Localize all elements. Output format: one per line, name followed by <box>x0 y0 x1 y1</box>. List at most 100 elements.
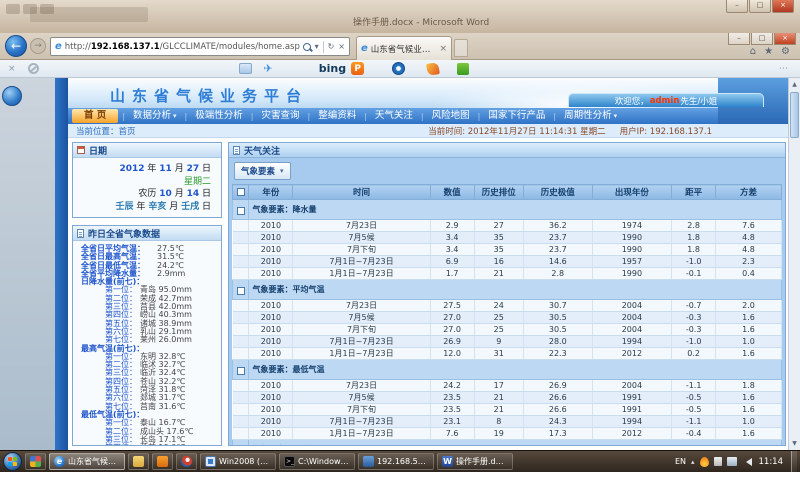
toolbar-close-icon[interactable]: × <box>8 64 16 74</box>
close-button[interactable]: × <box>772 0 794 13</box>
nav-item-4[interactable]: 整编资料 <box>310 108 364 124</box>
search-icon[interactable] <box>303 43 311 51</box>
cell: 1.0 <box>716 336 782 348</box>
nav-item-7[interactable]: 国家下行产品 <box>480 108 553 124</box>
cell: 4.8 <box>716 244 782 256</box>
home-icon[interactable]: ⌂ <box>750 46 756 58</box>
column-header-5: 出现年份 <box>592 185 672 200</box>
breadcrumb-location[interactable]: 当前位置：首页 <box>68 125 136 137</box>
cell: 1957 <box>592 256 672 268</box>
maximize-button[interactable]: □ <box>751 33 773 45</box>
close-button[interactable]: × <box>774 33 796 45</box>
taskbar-button-1[interactable]: 山东省气候业... <box>49 453 125 470</box>
select-all-cell <box>233 185 249 200</box>
section-expand-box[interactable] <box>237 207 245 215</box>
cell: 2010 <box>249 416 293 428</box>
start-button[interactable] <box>3 452 22 471</box>
section-title: 气象要素：最高气温 <box>249 440 782 446</box>
section-expand-box[interactable] <box>237 287 245 295</box>
nav-item-3[interactable]: 灾害查询 <box>253 108 307 124</box>
climate-panel: 昨日全省气象数据 全省日平均气温：27.5℃全省日最高气温：31.5℃全省日最低… <box>72 225 222 446</box>
page-body: 日期 2012 年 11 月 27 日 星期二 农历 10 月 14 日 壬辰 … <box>68 138 788 446</box>
taskbar-button-0[interactable] <box>25 453 46 470</box>
chevron-down-icon: ▾ <box>614 108 618 124</box>
row-lead-cell <box>233 268 249 280</box>
section-expand-box[interactable] <box>237 367 245 375</box>
username: admin <box>650 96 680 106</box>
cell: 7.6 <box>716 220 782 232</box>
show-desktop-button[interactable] <box>791 451 797 472</box>
nav-item-5[interactable]: 天气关注 <box>367 108 421 124</box>
column-header-1: 时间 <box>293 185 430 200</box>
cell: 16 <box>474 256 523 268</box>
rocket-icon[interactable] <box>426 62 440 76</box>
clock[interactable]: 11:14 <box>759 457 784 467</box>
taskbar-button-6[interactable]: C:\Windows\s... <box>279 453 355 470</box>
system-tray: EN ▴ 11:14 <box>675 451 800 472</box>
new-tab-button[interactable] <box>454 39 468 57</box>
helper-ball-icon[interactable] <box>2 86 22 106</box>
minimize-button[interactable]: – <box>728 33 750 45</box>
url-text[interactable]: http://192.168.137.1/GLCCLIMATE/modules/… <box>65 42 300 52</box>
taskbar-button-label: C:\Windows\s... <box>298 457 350 466</box>
volume-icon[interactable] <box>742 458 752 466</box>
taskbar-button-7[interactable]: 192.168.59.99... <box>358 453 434 470</box>
element-dropdown-button[interactable]: 气象要素 ▾ <box>234 162 291 180</box>
taskbar-button-8[interactable]: 操作手册.docx ... <box>437 453 513 470</box>
addon-puzzle-icon[interactable] <box>457 63 469 75</box>
cell: 23.7 <box>523 244 592 256</box>
cell: 31 <box>474 348 523 360</box>
search-dropdown-icon[interactable]: ▾ <box>315 42 319 51</box>
action-center-flag-icon[interactable] <box>714 457 722 466</box>
rings-icon[interactable] <box>392 62 405 75</box>
scroll-up-icon[interactable]: ▲ <box>789 78 800 91</box>
nav-item-8[interactable]: 周期性分析▾ <box>556 108 625 124</box>
bing-logo[interactable]: bing <box>319 62 346 75</box>
language-indicator[interactable]: EN <box>675 457 686 466</box>
rank-value: 莒南 31.6℃ <box>137 403 185 411</box>
paper-plane-icon[interactable]: ✈ <box>264 62 273 75</box>
select-all-box[interactable] <box>237 188 245 196</box>
taskbar-button-5[interactable]: Win2008 (VS2... <box>200 453 276 470</box>
minimize-button[interactable]: – <box>726 0 748 13</box>
favorites-star-icon[interactable]: ★ <box>764 46 773 58</box>
nav-item-0[interactable]: 首 页 <box>72 109 118 123</box>
cell: 27 <box>474 220 523 232</box>
address-bar[interactable]: e http://192.168.137.1/GLCCLIMATE/module… <box>50 37 350 56</box>
nav-item-1[interactable]: 数据分析▾ <box>125 108 185 124</box>
table-row: 20107月1日~7月23日23.1824.31994-1.11.0 <box>233 416 782 428</box>
cell: 3.4 <box>430 232 474 244</box>
tray-expand-icon[interactable]: ▴ <box>691 458 695 466</box>
taskbar-button-3[interactable] <box>152 453 173 470</box>
cell: 2010 <box>249 336 293 348</box>
maximize-button[interactable]: □ <box>749 0 771 13</box>
date-panel-header: 日期 <box>73 143 221 158</box>
cell: 1991 <box>592 404 672 416</box>
browser-action-icons: ⌂ ★ ⚙ <box>750 46 790 58</box>
card-reader-icon[interactable] <box>239 63 252 74</box>
cell: 2.0 <box>716 300 782 312</box>
row-lead-cell <box>233 256 249 268</box>
taskbar-button-4[interactable] <box>176 453 197 470</box>
tools-gear-icon[interactable]: ⚙ <box>781 46 790 58</box>
back-button[interactable]: ← <box>5 35 27 57</box>
tab-title[interactable]: 山东省气候业务平... <box>371 43 437 55</box>
page-scrollbar[interactable]: ▲ ▼ <box>788 78 800 450</box>
cell: 25 <box>474 324 523 336</box>
refresh-icon[interactable]: ↻ <box>328 42 335 51</box>
nav-item-6[interactable]: 风险地图 <box>424 108 478 124</box>
more-options-icon[interactable]: ⋯ <box>779 64 790 74</box>
network-icon[interactable] <box>727 457 737 466</box>
browser-tab[interactable]: e 山东省气候业务平... × <box>356 36 452 60</box>
background-window-title: 操作手册.docx - Microsoft Word <box>353 15 489 28</box>
tab-close-icon[interactable]: × <box>439 44 447 54</box>
scrollbar-thumb[interactable] <box>790 92 799 138</box>
nav-item-2[interactable]: 极端性分析 <box>187 108 251 124</box>
scroll-down-icon[interactable]: ▼ <box>789 437 800 450</box>
taskbar-button-2[interactable] <box>128 453 149 470</box>
search-p-icon[interactable]: P <box>351 62 364 75</box>
forward-button[interactable]: → <box>30 38 46 54</box>
stop-icon[interactable]: × <box>338 42 345 51</box>
cell: 7月23日 <box>293 300 430 312</box>
flame-tray-icon[interactable] <box>700 457 709 467</box>
